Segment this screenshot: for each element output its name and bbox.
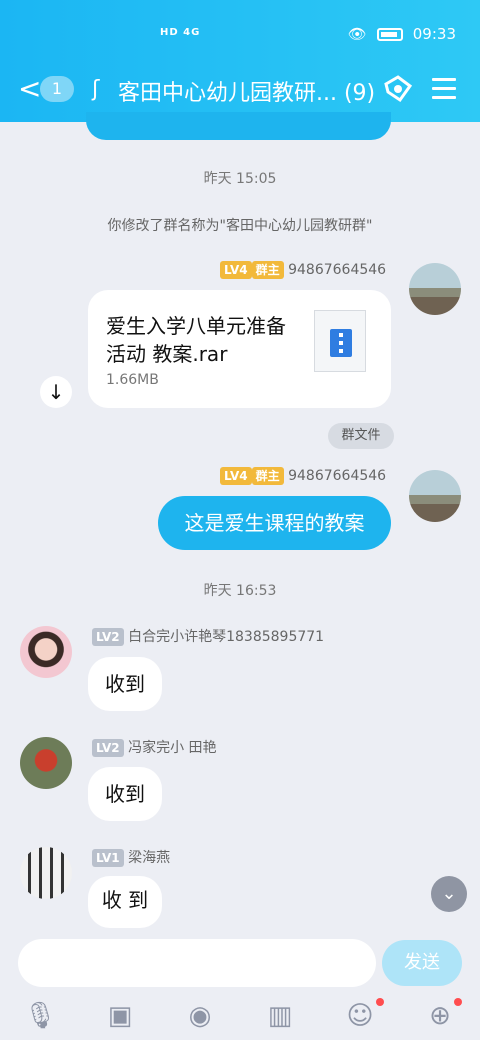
emoji-icon[interactable]: ☺ (340, 996, 380, 1036)
sender-name[interactable]: 94867664546 (288, 262, 386, 278)
file-size: 1.66MB (106, 372, 159, 388)
sender-name[interactable]: 白合完小许艳琴18385895771 (128, 629, 324, 645)
back-button[interactable]: < (18, 74, 41, 104)
scroll-down-button[interactable]: ⌄ (431, 876, 467, 912)
eye-icon: 👁 (347, 25, 367, 43)
download-button[interactable]: ↓ (40, 376, 72, 408)
file-message-card[interactable]: 爱生入学八单元准备活动 教案.rar 1.66MB (88, 290, 391, 408)
chat-header: HD 4G 👁 09:33 < 1 ʃ 客田中心幼儿园教研... (9) (0, 0, 480, 122)
level-badge: LV4 (220, 467, 252, 485)
battery-icon (376, 27, 403, 41)
role-badge: 群主 (251, 261, 284, 279)
message-input[interactable] (18, 939, 376, 987)
level-badge: LV2 (92, 628, 124, 646)
avatar[interactable] (409, 263, 461, 315)
zip-file-icon (314, 310, 366, 372)
level-badge: LV4 (220, 261, 252, 279)
group-file-tag[interactable]: 群文件 (328, 423, 394, 449)
image-icon[interactable]: ▣ (100, 996, 140, 1036)
sender-line: LV4 群主 94867664546 (220, 261, 386, 279)
avatar[interactable] (20, 847, 72, 899)
signal-indicator: HD 4G (160, 27, 201, 38)
previous-message-bubble (86, 112, 391, 140)
menu-icon[interactable] (432, 78, 456, 105)
sender-line: LV4 群主 94867664546 (220, 467, 386, 485)
avatar[interactable] (20, 737, 72, 789)
level-badge: LV1 (92, 849, 124, 867)
emoji-notification-dot (376, 998, 384, 1006)
earpiece-mode-icon[interactable]: ʃ (92, 77, 99, 102)
chat-title[interactable]: 客田中心幼儿园教研... (9) (118, 75, 375, 107)
message-bubble[interactable]: 收到 (88, 657, 162, 711)
sender-line: LV1 梁海燕 (92, 847, 170, 867)
sender-name[interactable]: 冯家完小 田艳 (128, 740, 216, 756)
timestamp: 昨天 16:53 (203, 583, 277, 599)
file-name: 爱生入学八单元准备活动 教案.rar (106, 314, 286, 366)
timestamp: 昨天 15:05 (203, 171, 277, 187)
message-bubble[interactable]: 收 到 (88, 876, 162, 928)
camera-icon[interactable]: ◉ (180, 996, 220, 1036)
clock: 09:33 (412, 25, 456, 43)
red-packet-icon[interactable]: ▥ (260, 996, 300, 1036)
sender-line: LV2 白合完小许艳琴18385895771 (92, 626, 324, 646)
sender-name[interactable]: 梁海燕 (128, 850, 170, 866)
role-badge: 群主 (251, 467, 284, 485)
status-bar: HD 4G 👁 09:33 (0, 22, 480, 50)
unread-count-badge[interactable]: 1 (40, 76, 74, 102)
avatar[interactable] (20, 626, 72, 678)
level-badge: LV2 (92, 739, 124, 757)
group-settings-icon[interactable] (380, 72, 414, 106)
plus-notification-dot (454, 998, 462, 1006)
system-message: 你修改了群名称为"客田中心幼儿园教研群" (107, 218, 373, 234)
microphone-icon[interactable]: 🎙 (20, 996, 60, 1036)
avatar[interactable] (409, 470, 461, 522)
sender-name[interactable]: 94867664546 (288, 468, 386, 484)
send-button[interactable]: 发送 (382, 940, 462, 986)
sender-line: LV2 冯家完小 田艳 (92, 737, 217, 757)
message-bubble[interactable]: 收到 (88, 767, 162, 821)
message-bubble[interactable]: 这是爱生课程的教案 (158, 496, 391, 550)
input-bar: 发送 🎙 ▣ ◉ ▥ ☺ ⊕ (0, 932, 480, 1040)
input-toolbar: 🎙 ▣ ◉ ▥ ☺ ⊕ (0, 996, 480, 1036)
